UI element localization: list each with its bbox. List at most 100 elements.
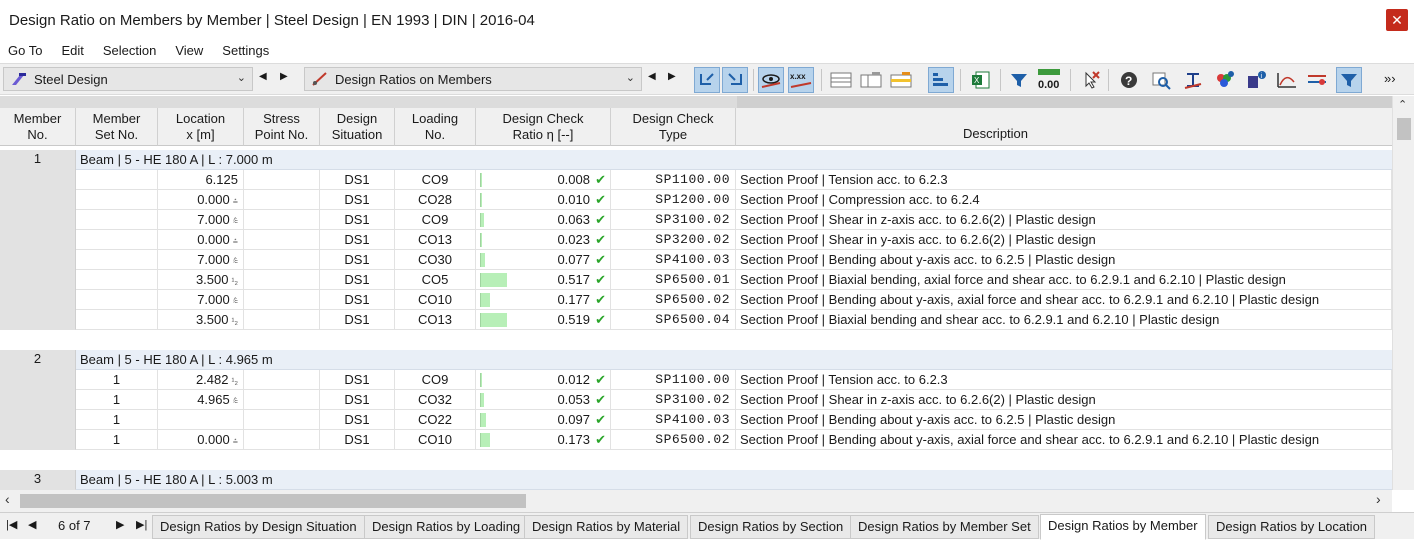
table-cell-description[interactable]: Section Proof | Compression acc. to 6.2.… xyxy=(736,190,1392,210)
bar-display-icon[interactable] xyxy=(928,67,954,93)
result-lines-icon[interactable] xyxy=(1304,67,1330,93)
table-cell-stress-point[interactable] xyxy=(244,310,320,330)
table-cell-check-type[interactable]: SP3200.02 xyxy=(611,230,736,250)
table-cell-ratio[interactable]: 0.012 ✔ xyxy=(476,370,611,390)
table-filter-rows-icon[interactable] xyxy=(888,67,914,93)
table-cell-ratio[interactable]: 0.177 ✔ xyxy=(476,290,611,310)
table-cell-ratio[interactable]: 0.097 ✔ xyxy=(476,410,611,430)
table-combo[interactable]: Design Ratios on Members ⌄ xyxy=(304,67,642,91)
table-cell-loading[interactable]: CO10 xyxy=(395,290,476,310)
decimal-places-icon[interactable]: 0.00 xyxy=(1036,67,1062,93)
table-cell-location[interactable]: 3.500 ¹₂ xyxy=(158,270,244,290)
menu-go-to[interactable]: Go To xyxy=(8,43,42,58)
table-cell-location[interactable]: 0.000 ⩮ xyxy=(158,230,244,250)
table-cell-set-no[interactable] xyxy=(76,250,158,270)
table-cell-description[interactable]: Section Proof | Shear in z-axis acc. to … xyxy=(736,210,1392,230)
header-stress-point[interactable]: Stress Point No. xyxy=(244,108,320,146)
tab-design-ratios-by-location[interactable]: Design Ratios by Location xyxy=(1208,515,1376,539)
table-cell-description[interactable]: Section Proof | Bending about y-axis, ax… xyxy=(736,430,1392,450)
table-cell-stress-point[interactable] xyxy=(244,390,320,410)
table-cell-ds[interactable]: DS1 xyxy=(320,250,395,270)
table-cell-ds[interactable]: DS1 xyxy=(320,290,395,310)
close-button[interactable]: ✕ xyxy=(1386,9,1408,31)
header-member-no[interactable]: Member No. xyxy=(0,108,76,146)
visibility-icon[interactable] xyxy=(758,67,784,93)
member-info-icon[interactable]: i xyxy=(1244,67,1270,93)
table-cell-loading[interactable]: CO9 xyxy=(395,210,476,230)
table-cell-stress-point[interactable] xyxy=(244,290,320,310)
scroll-up-icon[interactable]: ⌃ xyxy=(1398,98,1407,111)
table-cell-stress-point[interactable] xyxy=(244,430,320,450)
module-combo[interactable]: Steel Design ⌄ xyxy=(3,67,253,91)
table-cell-ratio[interactable]: 0.077 ✔ xyxy=(476,250,611,270)
table-cell-set-no[interactable]: 1 xyxy=(76,370,158,390)
table-cell-set-no[interactable]: 1 xyxy=(76,390,158,410)
tab-design-ratios-by-loading[interactable]: Design Ratios by Loading xyxy=(364,515,529,539)
table-cell-set-no[interactable] xyxy=(76,310,158,330)
toolbar-overflow-icon[interactable]: »› xyxy=(1384,71,1396,86)
table-cell-stress-point[interactable] xyxy=(244,410,320,430)
table-cell-check-type[interactable]: SP4100.03 xyxy=(611,410,736,430)
table-cell-loading[interactable]: CO32 xyxy=(395,390,476,410)
table-cell-stress-point[interactable] xyxy=(244,210,320,230)
table-cell-ratio[interactable]: 0.519 ✔ xyxy=(476,310,611,330)
last-page-icon[interactable]: ▶| xyxy=(136,518,147,531)
table-cell-ds[interactable]: DS1 xyxy=(320,390,395,410)
horizontal-scroll-thumb[interactable] xyxy=(20,494,526,508)
table-cell-ds[interactable]: DS1 xyxy=(320,410,395,430)
table-cell-ds[interactable]: DS1 xyxy=(320,370,395,390)
table-cell-description[interactable]: Section Proof | Biaxial bending, axial f… xyxy=(736,270,1392,290)
table-cell-loading[interactable]: CO13 xyxy=(395,310,476,330)
table-cell-ratio[interactable]: 0.173 ✔ xyxy=(476,430,611,450)
header-design-situation[interactable]: Design Situation xyxy=(320,108,395,146)
member-number-cell[interactable]: 3 xyxy=(0,470,76,490)
table-cell-location[interactable]: 6.125 xyxy=(158,170,244,190)
table-cell-loading[interactable]: CO22 xyxy=(395,410,476,430)
table-cell-location[interactable]: 7.000 ⩯ xyxy=(158,250,244,270)
menu-view[interactable]: View xyxy=(175,43,203,58)
table-cell-location[interactable]: 7.000 ⩯ xyxy=(158,210,244,230)
table-cell-loading[interactable]: CO5 xyxy=(395,270,476,290)
menu-settings[interactable]: Settings xyxy=(222,43,269,58)
table-cell-location[interactable]: 7.000 ⩯ xyxy=(158,290,244,310)
table-cell-location[interactable]: 0.000 ⩮ xyxy=(158,430,244,450)
tab-design-ratios-by-design-situation[interactable]: Design Ratios by Design Situation xyxy=(152,515,365,539)
table-cell-check-type[interactable]: SP4100.03 xyxy=(611,250,736,270)
table-cell-stress-point[interactable] xyxy=(244,270,320,290)
vertical-scrollbar[interactable]: ⌃ xyxy=(1392,96,1414,490)
header-description[interactable]: Description xyxy=(736,108,1392,146)
table-cell-set-no[interactable]: 1 xyxy=(76,430,158,450)
help-icon[interactable]: ? xyxy=(1116,67,1142,93)
table-cell-description[interactable]: Section Proof | Bending about y-axis acc… xyxy=(736,410,1392,430)
table-cell-check-type[interactable]: SP6500.02 xyxy=(611,290,736,310)
section-icon[interactable] xyxy=(1180,67,1206,93)
table-cell-check-type[interactable]: SP6500.02 xyxy=(611,430,736,450)
table-cell-ds[interactable]: DS1 xyxy=(320,210,395,230)
select-in-model-icon[interactable] xyxy=(694,67,720,93)
table-view-icon[interactable] xyxy=(828,67,854,93)
menu-edit[interactable]: Edit xyxy=(61,43,83,58)
show-values-icon[interactable]: x.xx xyxy=(788,67,814,93)
table-cell-loading[interactable]: CO10 xyxy=(395,430,476,450)
table-cell-ds[interactable]: DS1 xyxy=(320,430,395,450)
table-cell-ratio[interactable]: 0.010 ✔ xyxy=(476,190,611,210)
table-cell-ds[interactable]: DS1 xyxy=(320,270,395,290)
table-cell-set-no[interactable] xyxy=(76,170,158,190)
table-cell-stress-point[interactable] xyxy=(244,370,320,390)
table-cell-location[interactable]: 4.965 ⩯ xyxy=(158,390,244,410)
table-cell-check-type[interactable]: SP1200.00 xyxy=(611,190,736,210)
export-excel-icon[interactable]: X xyxy=(968,67,994,93)
table-cell-set-no[interactable] xyxy=(76,230,158,250)
table-cell-ratio[interactable]: 0.053 ✔ xyxy=(476,390,611,410)
table-cell-check-type[interactable]: SP3100.02 xyxy=(611,210,736,230)
jump-to-object-icon[interactable] xyxy=(722,67,748,93)
table-cell-check-type[interactable]: SP1100.00 xyxy=(611,170,736,190)
table-cell-description[interactable]: Section Proof | Tension acc. to 6.2.3 xyxy=(736,370,1392,390)
next-page-icon[interactable]: ▶ xyxy=(116,518,124,531)
deselect-icon[interactable] xyxy=(1078,67,1104,93)
filter-active-icon[interactable] xyxy=(1336,67,1362,93)
tab-design-ratios-by-material[interactable]: Design Ratios by Material xyxy=(524,515,689,539)
table-cell-loading[interactable]: CO9 xyxy=(395,370,476,390)
scroll-left-icon[interactable]: ‹ xyxy=(5,491,10,507)
table-cell-location[interactable]: 0.000 ⩮ xyxy=(158,190,244,210)
